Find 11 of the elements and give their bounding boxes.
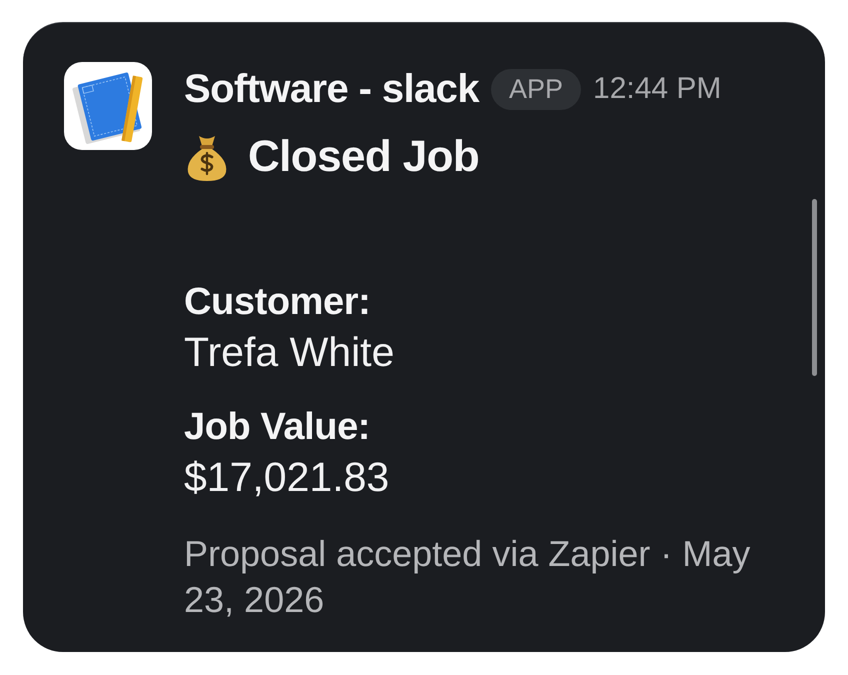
sender-name[interactable]: Software - slack [184,66,479,112]
field-value: Trefa White [184,328,394,377]
field-label: Customer: [184,280,370,325]
message-time[interactable]: 12:44 PM [593,72,722,106]
context-footer: Proposal accepted via Zapier · May 23, 2026 [184,531,774,623]
message-title: Closed Job [248,132,480,182]
app-badge: APP [490,68,582,110]
book-and-ruler-icon[interactable] [64,62,152,150]
field-label: Job Value: [184,405,370,450]
field-value: $17,021.83 [184,453,390,502]
scrollbar-thumb[interactable] [812,199,817,376]
